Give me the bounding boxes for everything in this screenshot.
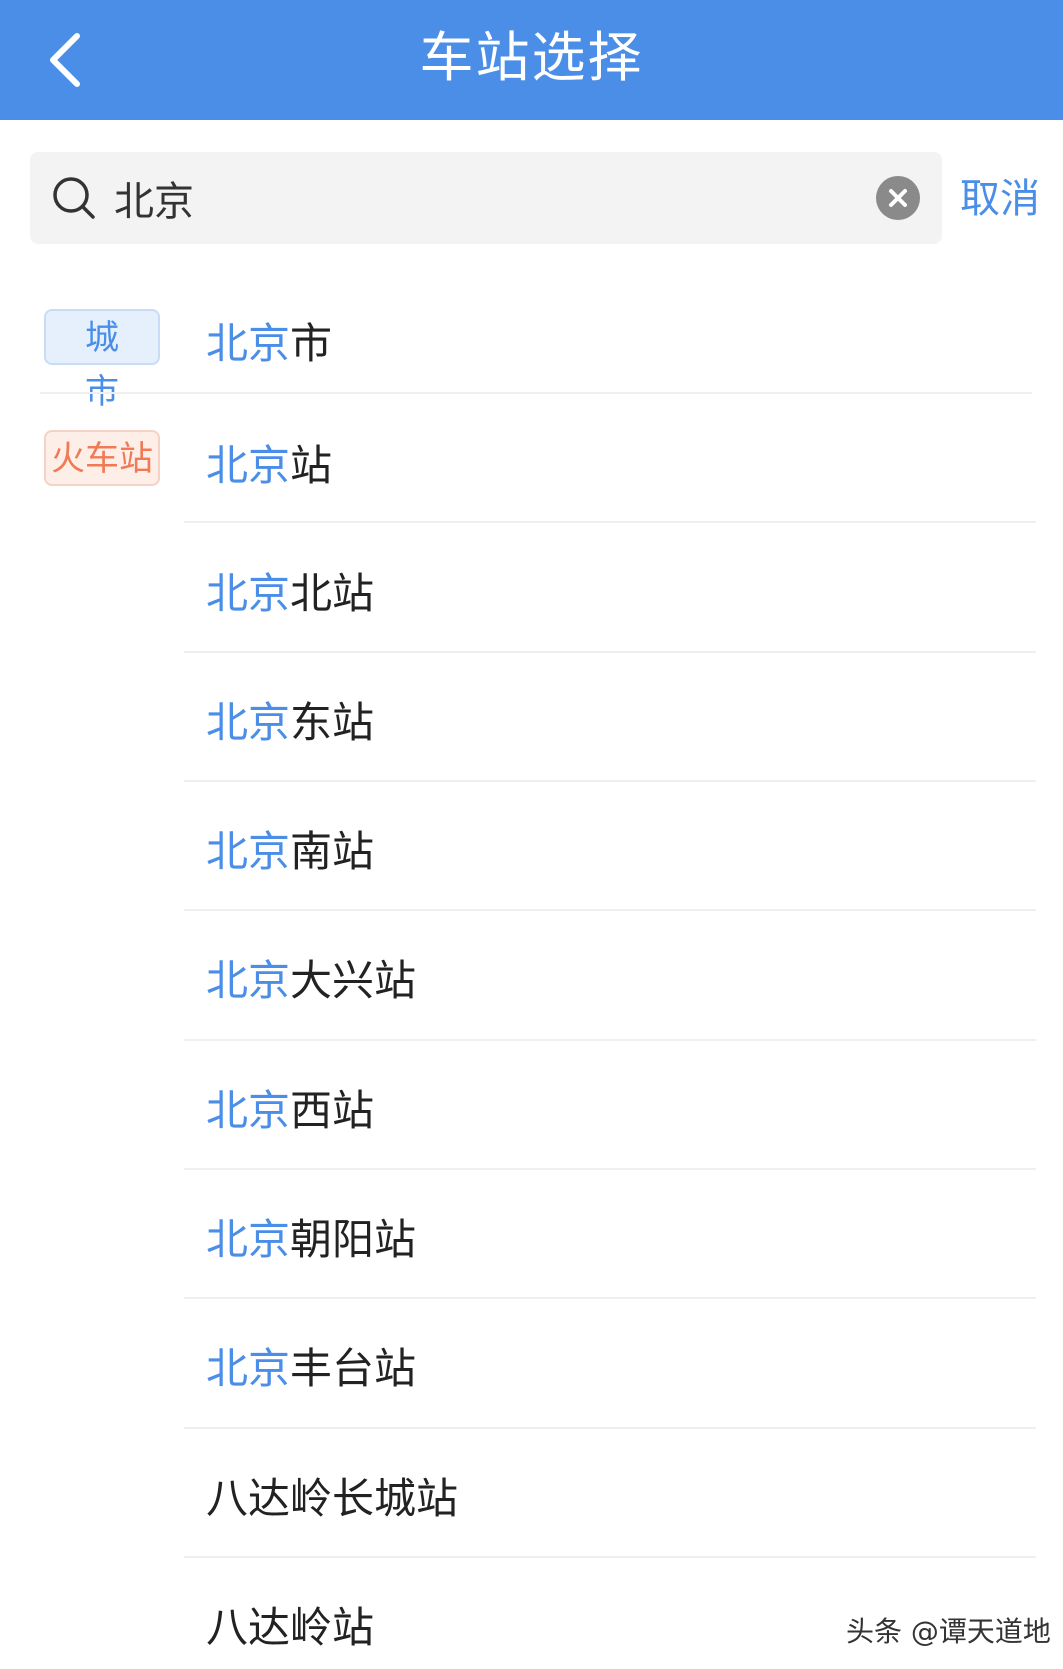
result-row-city[interactable]: 城 市 北京市	[0, 280, 1063, 412]
result-name: 北京站	[206, 441, 333, 490]
result-name: 八达岭长城站	[206, 1474, 459, 1523]
train-station-badge: 火车站	[44, 430, 160, 486]
divider	[184, 1556, 1036, 1558]
result-name: 北京大兴站	[206, 956, 417, 1005]
result-name: 北京市	[206, 319, 333, 368]
result-name: 北京西站	[206, 1086, 375, 1135]
result-row[interactable]: 北京西站	[0, 1043, 1063, 1169]
divider	[184, 1168, 1036, 1170]
divider	[184, 1039, 1036, 1041]
result-name: 北京朝阳站	[206, 1215, 417, 1264]
search-box	[30, 152, 942, 244]
result-name: 北京南站	[206, 827, 375, 876]
divider	[184, 1297, 1036, 1299]
result-row[interactable]: 北京大兴站	[0, 913, 1063, 1039]
station-select-screen: 车站选择 取消 城 市 北京市 火车站 北京站 北京北站	[0, 0, 1063, 1669]
result-name: 北京丰台站	[206, 1344, 417, 1393]
chevron-left-icon	[50, 33, 80, 87]
result-row[interactable]: 北京东站	[0, 655, 1063, 781]
divider	[184, 651, 1036, 653]
cancel-button[interactable]: 取消	[960, 160, 1063, 238]
result-row[interactable]: 北京南站	[0, 784, 1063, 910]
result-row[interactable]: 八达岭长城站	[0, 1431, 1063, 1557]
divider	[40, 392, 1032, 394]
divider	[184, 909, 1036, 911]
result-row[interactable]: 火车站 北京站	[0, 400, 1063, 522]
page-title: 车站选择	[419, 26, 644, 89]
search-icon	[53, 177, 95, 219]
clear-search-button[interactable]	[876, 176, 920, 220]
search-input[interactable]	[114, 162, 874, 234]
result-name: 北京东站	[206, 698, 375, 747]
divider	[184, 1427, 1036, 1429]
back-button[interactable]	[30, 22, 100, 98]
result-row[interactable]: 北京丰台站	[0, 1301, 1063, 1427]
result-name: 八达岭站	[206, 1603, 375, 1652]
watermark-text: 头条 @谭天道地	[846, 1615, 1051, 1648]
divider	[184, 780, 1036, 782]
result-name: 北京北站	[206, 569, 375, 618]
result-row[interactable]: 北京北站	[0, 526, 1063, 652]
divider	[184, 521, 1036, 523]
city-badge: 城 市	[44, 309, 160, 412]
close-icon	[889, 189, 907, 207]
result-row[interactable]: 北京朝阳站	[0, 1172, 1063, 1298]
header-bar: 车站选择	[0, 0, 1063, 120]
